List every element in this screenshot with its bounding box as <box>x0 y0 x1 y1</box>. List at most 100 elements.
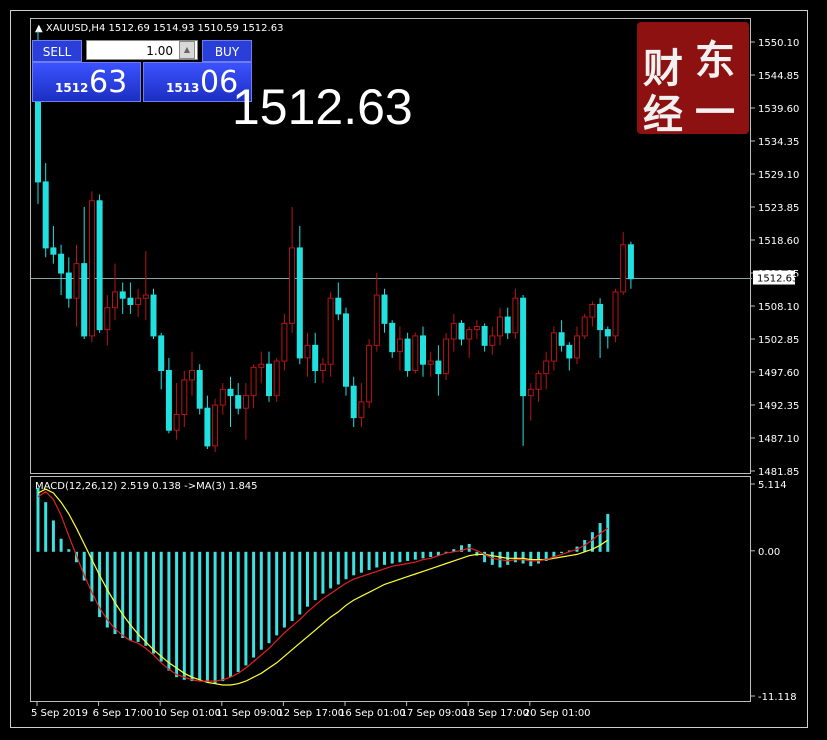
candle-body <box>343 313 349 387</box>
candle-body <box>227 388 234 397</box>
candle-body <box>88 200 95 337</box>
macd-histogram-bar <box>259 551 263 650</box>
candle-body <box>520 297 527 397</box>
macd-histogram-bar <box>205 551 209 683</box>
macd-histogram-bar <box>313 551 317 601</box>
candle-body <box>266 363 272 397</box>
candle-body <box>597 303 604 331</box>
candle-body <box>142 294 149 299</box>
macd-histogram-bar <box>598 523 602 552</box>
candle-body <box>73 263 80 299</box>
candle-body <box>158 335 165 371</box>
candle-body <box>273 360 280 397</box>
macd-histogram-bar <box>198 551 202 680</box>
logo-char: 东 <box>695 37 735 84</box>
candle-body <box>296 247 303 359</box>
candle-body <box>558 332 565 346</box>
macd-histogram-bar <box>306 551 309 607</box>
macd-histogram-bar <box>152 551 155 654</box>
candle-body <box>581 316 588 337</box>
candle-body <box>443 338 450 375</box>
candle-body <box>350 385 357 419</box>
candle-body <box>381 294 388 324</box>
macd-histogram-bar <box>275 551 279 636</box>
macd-header: MACD(12,26,12) 2.519 0.138 ->MA(3) 1.845 <box>35 481 258 492</box>
candle-body <box>50 247 57 255</box>
candle-body <box>550 332 557 362</box>
macd-indicator-panel[interactable]: MACD(12,26,12) 2.519 0.138 ->MA(3) 1.845 <box>30 476 751 702</box>
candle-body <box>281 322 288 362</box>
sell-button[interactable]: SELL <box>32 40 82 62</box>
one-click-trading-panel: SELL ▼ 1.00 ▲ BUY 1512 63 1513 06 <box>32 38 252 104</box>
candle-body <box>181 379 188 415</box>
macd-histogram-bar <box>282 551 286 628</box>
macd-histogram-bar <box>121 551 125 638</box>
candle-body <box>119 291 126 299</box>
macd-histogram-bar <box>236 551 240 672</box>
candle-body <box>65 272 72 299</box>
macd-histogram-bar <box>413 551 417 560</box>
candle-body <box>204 407 211 447</box>
macd-histogram-bar <box>398 551 402 563</box>
candle-body <box>473 325 480 331</box>
candle-body <box>304 344 311 359</box>
macd-histogram-bar <box>421 551 425 559</box>
macd-histogram-bar <box>36 487 40 552</box>
candle-body <box>458 322 465 340</box>
candle-body <box>96 200 103 331</box>
candle-body <box>242 395 249 409</box>
candle-body <box>127 297 134 305</box>
sell-price-box[interactable]: 1512 63 <box>32 62 141 102</box>
macd-histogram-bar <box>229 551 232 678</box>
candle-body <box>189 369 195 381</box>
candle-body <box>150 294 157 337</box>
logo-char: 经 <box>643 91 683 138</box>
candle-body <box>196 369 203 409</box>
candle-body <box>173 413 180 431</box>
macd-histogram-bar <box>144 551 148 646</box>
candle-body <box>258 363 265 368</box>
candle-body <box>112 291 118 309</box>
candle-body <box>566 344 573 359</box>
buy-button[interactable]: BUY <box>202 40 252 62</box>
macd-histogram-bar <box>290 551 294 622</box>
candle-body <box>366 344 373 403</box>
candle-body <box>604 329 611 337</box>
candle-body <box>289 247 296 324</box>
macd-histogram-bar <box>221 551 225 682</box>
macd-histogram-bar <box>244 551 248 666</box>
macd-histogram-bar <box>406 551 410 561</box>
sell-price-small: 1512 <box>55 81 89 95</box>
macd-histogram-bar <box>390 551 394 564</box>
candle-body <box>627 244 634 280</box>
candle-body <box>535 373 542 390</box>
macd-histogram-bar <box>113 551 117 635</box>
macd-histogram-bar <box>67 549 71 552</box>
macd-histogram-bar <box>336 551 340 585</box>
macd-chart: MACD(12,26,12) 2.519 0.138 ->MA(3) 1.845 <box>35 481 610 686</box>
candle-body <box>574 335 580 359</box>
candle-body <box>42 181 49 249</box>
candle-body <box>319 363 326 371</box>
candle-body <box>358 401 365 419</box>
macd-histogram-bar <box>429 551 433 558</box>
candle-body <box>58 253 65 274</box>
macd-histogram-bar <box>375 551 379 568</box>
macd-histogram-bar <box>59 538 63 552</box>
macd-histogram-bar <box>329 551 333 589</box>
macd-histogram-bar <box>267 551 271 644</box>
macd-histogram-bar <box>44 502 48 552</box>
candle-body <box>312 344 319 371</box>
macd-histogram-bar <box>521 551 525 564</box>
macd-histogram-bar <box>383 551 386 565</box>
macd-histogram-bar <box>175 551 179 678</box>
macd-histogram-bar <box>513 551 517 563</box>
candle-body <box>620 244 627 293</box>
macd-histogram-bar <box>190 551 194 682</box>
candle-body <box>450 322 457 340</box>
lot-increase-icon[interactable]: ▲ <box>179 41 195 59</box>
logo-char: 一 <box>695 89 735 136</box>
candle-body <box>420 335 426 365</box>
candle-body <box>489 335 496 346</box>
macd-histogram-bar <box>606 513 610 552</box>
